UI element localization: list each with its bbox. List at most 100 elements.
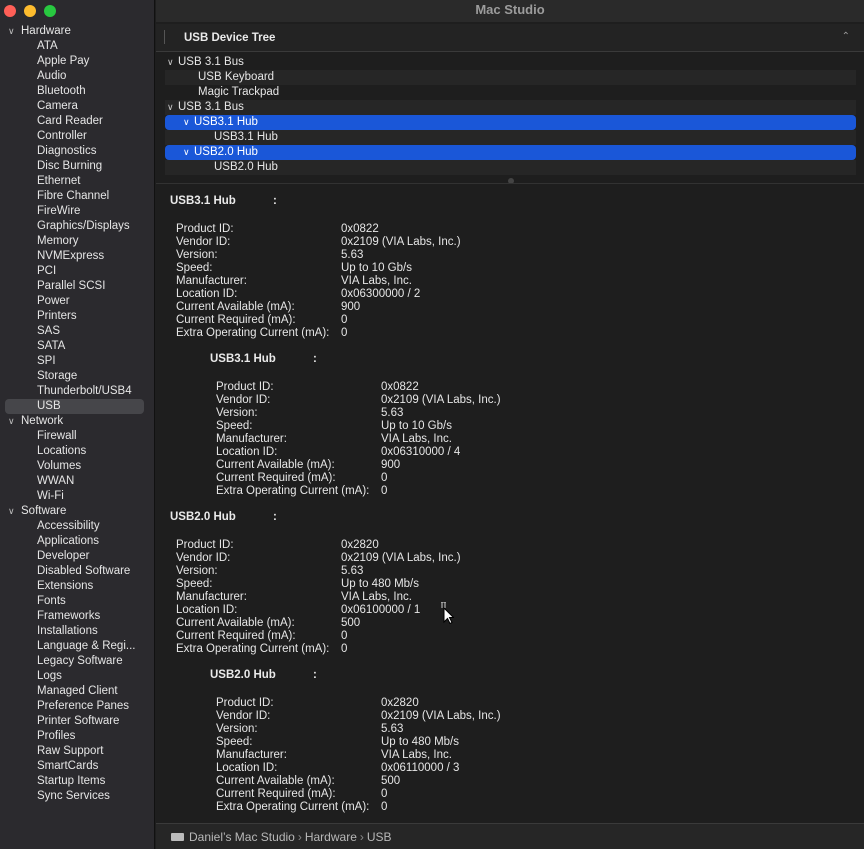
property-row: Location ID: 0x06300000 / 2 — [176, 288, 676, 301]
property-label: Speed: — [176, 262, 213, 274]
device-tree-header[interactable]: USB Device Tree ⌃ — [156, 24, 864, 52]
property-label: Vendor ID: — [216, 710, 271, 722]
sidebar-item-ata[interactable]: ATA — [0, 39, 155, 54]
sidebar-item-raw-support[interactable]: Raw Support — [0, 744, 155, 759]
sidebar-item-graphics-displays[interactable]: Graphics/Displays — [0, 219, 155, 234]
chevron-down-icon[interactable]: ∨ — [183, 115, 190, 130]
chevron-down-icon[interactable]: ∨ — [8, 504, 20, 519]
property-label: Current Required (mA): — [216, 472, 336, 484]
chevron-up-icon[interactable]: ⌃ — [842, 31, 850, 42]
sidebar-item-accessibility[interactable]: Accessibility — [0, 519, 155, 534]
sidebar-item-spi[interactable]: SPI — [0, 354, 155, 369]
property-value: 0 — [341, 314, 348, 326]
sidebar-item-printers[interactable]: Printers — [0, 309, 155, 324]
property-value: 0x06300000 / 2 — [341, 288, 421, 300]
sidebar-item-parallel-scsi[interactable]: Parallel SCSI — [0, 279, 155, 294]
device-tree-label: USB2.0 Hub — [194, 146, 258, 158]
sidebar-item-firewall[interactable]: Firewall — [0, 429, 155, 444]
breadcrumb-item[interactable]: USB — [367, 830, 392, 844]
sidebar-item-fibre-channel[interactable]: Fibre Channel — [0, 189, 155, 204]
sidebar-item-extensions[interactable]: Extensions — [0, 579, 155, 594]
sidebar-item-storage[interactable]: Storage — [0, 369, 155, 384]
property-label: Manufacturer: — [176, 591, 247, 603]
device-tree-row[interactable]: ∨ USB3.1 Hub — [165, 115, 856, 130]
sidebar-section-hardware[interactable]: ∨ Hardware — [0, 24, 155, 39]
sidebar-item-applications[interactable]: Applications — [0, 534, 155, 549]
sidebar-item-legacy-software[interactable]: Legacy Software — [0, 654, 155, 669]
sidebar-item-firewire[interactable]: FireWire — [0, 204, 155, 219]
device-tree-row[interactable]: ∨ USB 3.1 Bus — [165, 55, 856, 70]
breadcrumb-item[interactable]: Hardware — [305, 830, 357, 844]
detail-properties: Product ID: 0x0822 Vendor ID: 0x2109 (VIA L… — [216, 381, 716, 498]
property-label: Location ID: — [176, 288, 238, 300]
sidebar-item-usb[interactable]: USB — [5, 399, 144, 414]
sidebar-item-apple-pay[interactable]: Apple Pay — [0, 54, 155, 69]
chevron-down-icon[interactable]: ∨ — [183, 145, 190, 160]
chevron-down-icon[interactable]: ∨ — [167, 100, 174, 115]
sidebar-item-frameworks[interactable]: Frameworks — [0, 609, 155, 624]
sidebar-item-camera[interactable]: Camera — [0, 99, 155, 114]
detail-group-name: USB2.0 Hub — [170, 511, 236, 523]
sidebar-item-ethernet[interactable]: Ethernet — [0, 174, 155, 189]
sidebar-item-preference-panes[interactable]: Preference Panes — [0, 699, 155, 714]
sidebar-item-disc-burning[interactable]: Disc Burning — [0, 159, 155, 174]
sidebar-section-software[interactable]: ∨ Software — [0, 504, 155, 519]
device-tree-row[interactable]: USB Keyboard — [165, 70, 856, 85]
property-value: 900 — [341, 301, 361, 313]
sidebar-item-installations[interactable]: Installations — [0, 624, 155, 639]
breadcrumb-item[interactable]: Daniel’s Mac Studio — [189, 830, 295, 844]
property-row: Current Required (mA): 0 — [216, 788, 716, 801]
close-window-button[interactable] — [4, 5, 16, 17]
sidebar-item-thunderbolt-usb4[interactable]: Thunderbolt/USB4 — [0, 384, 155, 399]
sidebar-item-controller[interactable]: Controller — [0, 129, 155, 144]
sidebar-section-network[interactable]: ∨ Network — [0, 414, 155, 429]
sidebar-section-label: Hardware — [21, 25, 71, 37]
zoom-window-button[interactable] — [44, 5, 56, 17]
sidebar-item-sync-services[interactable]: Sync Services — [0, 789, 155, 804]
sidebar-item-profiles[interactable]: Profiles — [0, 729, 155, 744]
sidebar-item-card-reader[interactable]: Card Reader — [0, 114, 155, 129]
sidebar-tree: ∨ Hardware ATA Apple Pay Audio Bluetooth Camer… — [0, 24, 155, 804]
sidebar-item-locations[interactable]: Locations — [0, 444, 155, 459]
breadcrumb-separator: › — [359, 830, 364, 844]
sidebar-item-smartcards[interactable]: SmartCards — [0, 759, 155, 774]
sidebar-item-diagnostics[interactable]: Diagnostics — [0, 144, 155, 159]
property-label: Product ID: — [216, 697, 274, 709]
detail-group-colon: : — [273, 511, 277, 523]
sidebar-item-power[interactable]: Power — [0, 294, 155, 309]
sidebar-item-sas[interactable]: SAS — [0, 324, 155, 339]
property-row: Vendor ID: 0x2109 (VIA Labs, Inc.) — [176, 236, 676, 249]
sidebar-item-developer[interactable]: Developer — [0, 549, 155, 564]
sidebar-item-wi-fi[interactable]: Wi-Fi — [0, 489, 155, 504]
sidebar-item-disabled-software[interactable]: Disabled Software — [0, 564, 155, 579]
property-value: 500 — [341, 617, 361, 629]
sidebar-item-sata[interactable]: SATA — [0, 339, 155, 354]
chevron-down-icon[interactable]: ∨ — [167, 55, 174, 70]
sidebar-item-wwan[interactable]: WWAN — [0, 474, 155, 489]
sidebar-item-fonts[interactable]: Fonts — [0, 594, 155, 609]
device-tree-row[interactable]: USB3.1 Hub — [165, 130, 856, 145]
sidebar-item-startup-items[interactable]: Startup Items — [0, 774, 155, 789]
device-tree-label: USB2.0 Hub — [214, 161, 278, 173]
device-tree-label: USB 3.1 Bus — [178, 56, 244, 68]
chevron-down-icon[interactable]: ∨ — [8, 24, 20, 39]
sidebar-item-language-regi[interactable]: Language & Regi... — [0, 639, 155, 654]
sidebar-item-volumes[interactable]: Volumes — [0, 459, 155, 474]
device-tree-row[interactable]: ∨ USB2.0 Hub — [165, 145, 856, 160]
device-tree-row[interactable]: USB2.0 Hub — [165, 160, 856, 175]
sidebar-item-printer-software[interactable]: Printer Software — [0, 714, 155, 729]
device-tree-row[interactable]: Magic Trackpad — [165, 85, 856, 100]
property-value: 900 — [381, 459, 401, 471]
sidebar-item-memory[interactable]: Memory — [0, 234, 155, 249]
property-label: Speed: — [176, 578, 213, 590]
sidebar-item-nvmexpress[interactable]: NVMExpress — [0, 249, 155, 264]
sidebar-item-logs[interactable]: Logs — [0, 669, 155, 684]
sidebar-item-bluetooth[interactable]: Bluetooth — [0, 84, 155, 99]
minimize-window-button[interactable] — [24, 5, 36, 17]
device-tree-row[interactable]: ∨ USB 3.1 Bus — [165, 100, 856, 115]
sidebar-item-managed-client[interactable]: Managed Client — [0, 684, 155, 699]
property-row: Manufacturer: VIA Labs, Inc. — [176, 275, 676, 288]
chevron-down-icon[interactable]: ∨ — [8, 414, 20, 429]
sidebar-item-audio[interactable]: Audio — [0, 69, 155, 84]
sidebar-item-pci[interactable]: PCI — [0, 264, 155, 279]
